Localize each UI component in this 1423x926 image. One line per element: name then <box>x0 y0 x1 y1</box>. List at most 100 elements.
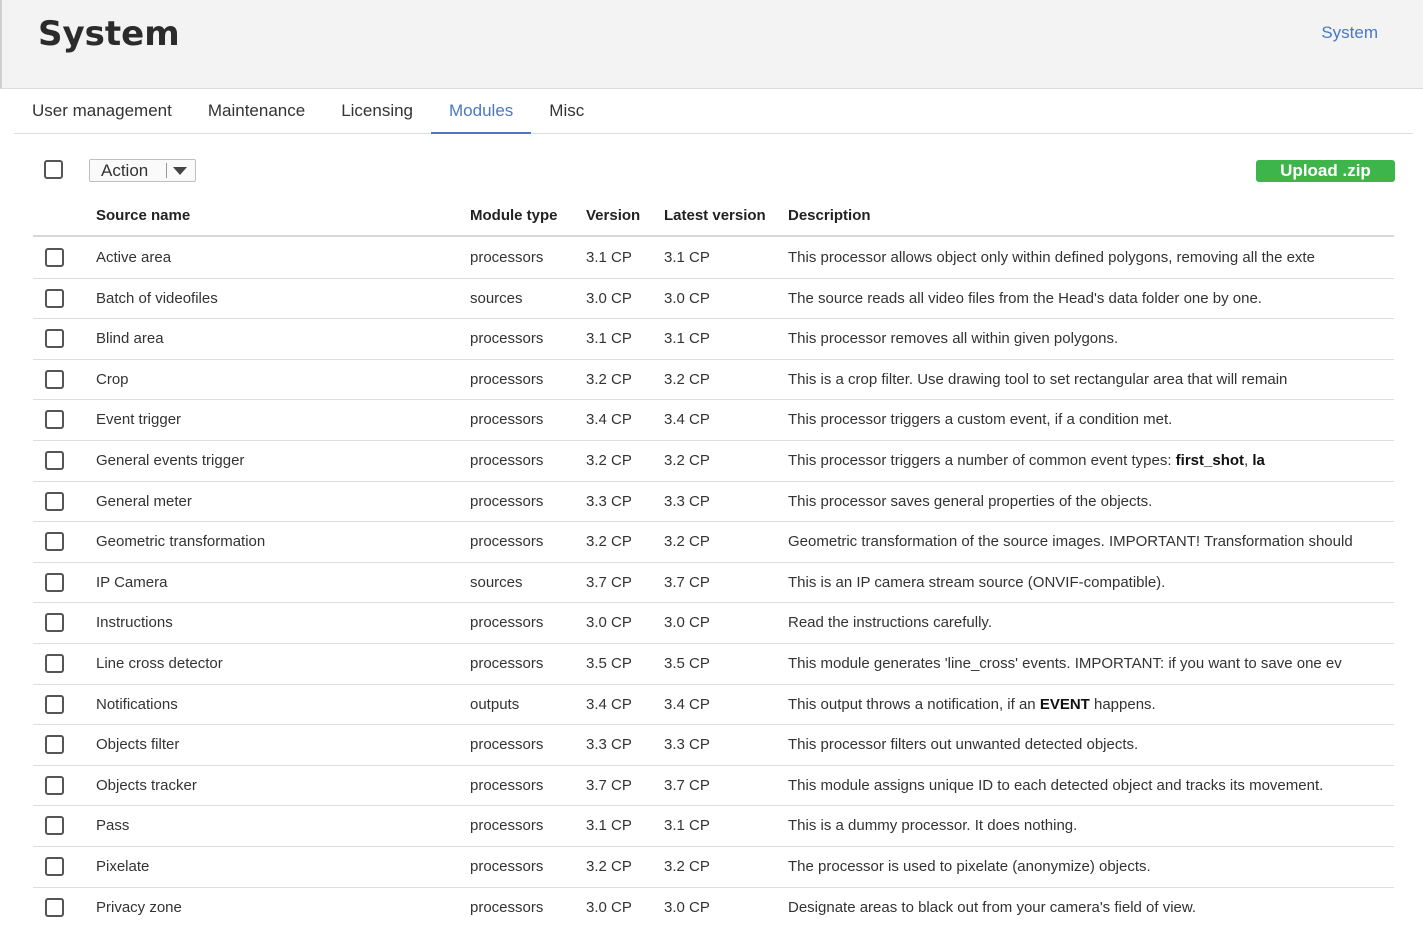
column-header-description[interactable]: Description <box>788 207 871 224</box>
version-cell: 3.0 CP <box>586 614 632 632</box>
tab-modules[interactable]: Modules <box>431 89 532 134</box>
module-type-cell: processors <box>470 857 544 875</box>
action-dropdown-label: Action <box>101 160 149 180</box>
description-text: This processor removes all within given … <box>788 330 1119 348</box>
version-cell: 3.1 CP <box>586 249 632 266</box>
description-text: This processor saves general properties … <box>788 492 1153 510</box>
table-row[interactable]: Geometric transformation processors 3.2 CP… <box>33 522 1394 563</box>
latest-version-cell: 3.3 CP <box>664 736 710 754</box>
description-text: Read the instructions carefully. <box>788 614 992 632</box>
row-checkbox[interactable] <box>45 532 64 552</box>
version-cell: 3.3 CP <box>586 736 632 754</box>
upload-zip-button[interactable]: Upload .zip <box>1256 160 1395 182</box>
source-name-cell: Event trigger <box>96 411 182 429</box>
table-row[interactable]: Blind area processors 3.1 CP 3.1 CP This pro… <box>33 319 1394 360</box>
latest-version-cell: 3.4 CP <box>664 411 710 429</box>
table-row[interactable]: Crop processors 3.2 CP 3.2 CP This is a crop… <box>33 360 1394 401</box>
version-cell: 3.7 CP <box>586 776 632 794</box>
table-row[interactable]: IP Camera sources 3.7 CP 3.7 CP This is an I… <box>33 563 1394 604</box>
row-checkbox[interactable] <box>45 288 64 308</box>
row-checkbox[interactable] <box>45 450 64 470</box>
row-checkbox[interactable] <box>45 410 64 430</box>
version-cell: 3.2 CP <box>586 533 632 551</box>
module-type-cell: sources <box>470 289 523 307</box>
latest-version-cell: 3.2 CP <box>664 451 710 469</box>
source-name-cell: Privacy zone <box>96 898 182 916</box>
row-checkbox[interactable] <box>45 369 64 389</box>
module-type-cell: processors <box>470 492 544 510</box>
table-row[interactable]: Objects filter processors 3.3 CP 3.3 CP This… <box>33 725 1394 766</box>
row-checkbox[interactable] <box>45 694 64 714</box>
table-row[interactable]: General meter processors 3.3 CP 3.3 CP This … <box>33 482 1394 523</box>
column-header-latest-version[interactable]: Latest version <box>664 207 766 224</box>
column-header-version[interactable]: Version <box>586 207 640 224</box>
source-name-cell: Blind area <box>96 330 164 348</box>
version-cell: 3.0 CP <box>586 898 632 916</box>
row-checkbox[interactable] <box>45 491 64 511</box>
version-cell: 3.4 CP <box>586 411 632 429</box>
breadcrumb-system[interactable]: System <box>1321 23 1378 43</box>
row-checkbox[interactable] <box>45 613 64 633</box>
table-row[interactable]: Instructions processors 3.0 CP 3.0 CP Read t… <box>33 603 1394 644</box>
table-row[interactable]: Pixelate processors 3.2 CP 3.2 CP The proces… <box>33 847 1394 888</box>
source-name-cell: General meter <box>96 492 192 510</box>
module-type-cell: outputs <box>470 695 520 713</box>
module-type-cell: processors <box>470 776 544 794</box>
row-checkbox[interactable] <box>45 816 64 836</box>
description-text: Designate areas to black out from your c… <box>788 898 1197 916</box>
action-dropdown[interactable]: Action <box>89 159 196 182</box>
select-all-checkbox[interactable] <box>44 160 63 179</box>
source-name-cell: Crop <box>96 370 129 388</box>
table-row[interactable]: Objects tracker processors 3.7 CP 3.7 CP Thi… <box>33 766 1394 807</box>
description-bold: la <box>1252 451 1265 469</box>
description-cell: The source reads all video files from th… <box>788 290 1391 307</box>
modules-table-body: Active area processors 3.1 CP 3.1 CP This pr… <box>33 238 1394 926</box>
source-name-cell: Notifications <box>96 695 178 713</box>
description-text: This is a crop filter. Use drawing tool … <box>788 370 1288 388</box>
table-row[interactable]: Active area processors 3.1 CP 3.1 CP This pr… <box>33 238 1394 279</box>
version-cell: 3.1 CP <box>586 817 632 835</box>
source-name-cell: IP Camera <box>96 573 168 591</box>
row-checkbox[interactable] <box>45 856 64 876</box>
column-header-source-name[interactable]: Source name <box>96 207 190 224</box>
table-row[interactable]: Event trigger processors 3.4 CP 3.4 CP This … <box>33 400 1394 441</box>
table-row[interactable]: Batch of videofiles sources 3.0 CP 3.0 CP Th… <box>33 279 1394 320</box>
row-checkbox[interactable] <box>45 653 64 673</box>
table-row[interactable]: Notifications outputs 3.4 CP 3.4 CP This out… <box>33 685 1394 726</box>
column-header-module-type[interactable]: Module type <box>470 207 558 224</box>
description-cell: Read the instructions carefully. <box>788 614 1391 631</box>
table-row[interactable]: Line cross detector processors 3.5 CP 3.5 C… <box>33 644 1394 685</box>
latest-version-cell: 3.0 CP <box>664 614 710 632</box>
row-checkbox[interactable] <box>45 735 64 755</box>
tab-user-management[interactable]: User management <box>14 89 190 134</box>
table-row[interactable]: Privacy zone processors 3.0 CP 3.0 CP Design… <box>33 888 1394 926</box>
latest-version-cell: 3.1 CP <box>664 330 710 348</box>
tab-misc[interactable]: Misc <box>531 89 602 134</box>
version-cell: 3.2 CP <box>586 451 632 469</box>
description-text: The processor is used to pixelate (anony… <box>788 857 1151 875</box>
description-cell: This output throws a notification, if an… <box>788 696 1391 713</box>
row-checkbox[interactable] <box>45 775 64 795</box>
row-checkbox[interactable] <box>45 329 64 349</box>
tab-maintenance[interactable]: Maintenance <box>190 89 323 134</box>
source-name-cell: Objects tracker <box>96 776 197 794</box>
description-text: This processor allows object only within… <box>788 249 1315 266</box>
row-checkbox[interactable] <box>45 248 64 267</box>
description-cell: Designate areas to black out from your c… <box>788 899 1391 916</box>
description-text: This module generates 'line_cross' event… <box>788 654 1342 672</box>
source-name-cell: Pixelate <box>96 857 150 875</box>
description-text: The source reads all video files from th… <box>788 289 1262 307</box>
module-type-cell: processors <box>470 451 544 469</box>
source-name-cell: Active area <box>96 249 172 266</box>
row-checkbox[interactable] <box>45 897 64 917</box>
tab-licensing[interactable]: Licensing <box>323 89 431 134</box>
table-row[interactable]: Pass processors 3.1 CP 3.1 CP This is a dumm… <box>33 806 1394 847</box>
module-type-cell: processors <box>470 614 544 632</box>
module-type-cell: processors <box>470 533 544 551</box>
description-cell: This processor saves general properties … <box>788 493 1391 510</box>
row-checkbox[interactable] <box>45 572 64 592</box>
version-cell: 3.4 CP <box>586 695 632 713</box>
table-row[interactable]: General events trigger processors 3.2 CP 3.… <box>33 441 1394 482</box>
module-type-cell: processors <box>470 249 544 266</box>
description-text: This is a dummy processor. It does nothi… <box>788 817 1078 835</box>
